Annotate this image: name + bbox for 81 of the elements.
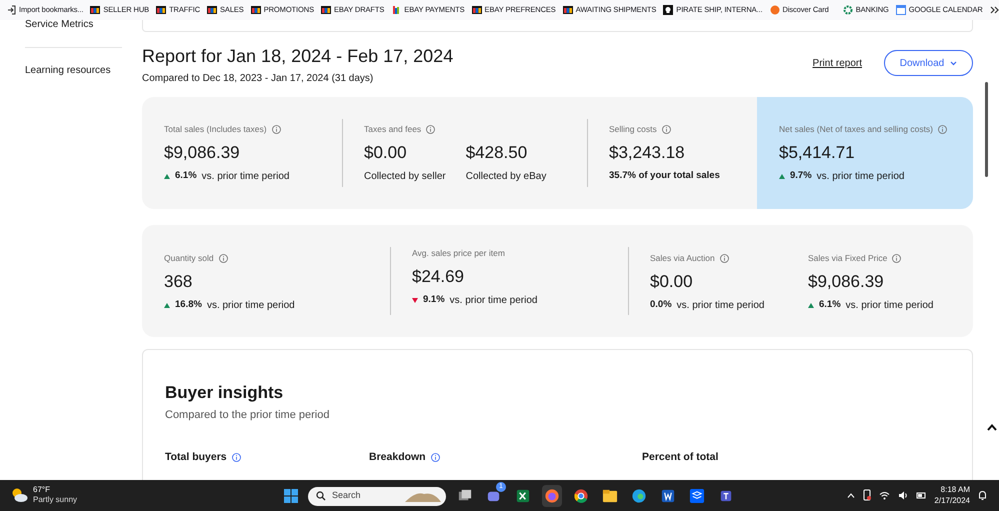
metric-value: $24.69 [412, 266, 465, 288]
weather-temperature: 67°F [33, 485, 51, 495]
taskbar-app-button[interactable] [542, 485, 562, 507]
change-text: vs. prior time period [206, 298, 295, 313]
metric-label: Taxes and fees [364, 123, 422, 136]
change-text: vs. prior time period [450, 294, 538, 308]
metric-caption: Collected by seller [364, 170, 446, 184]
change-percent: 9.1% [423, 293, 445, 308]
chevron-up-icon [987, 424, 997, 430]
folder-icon [90, 5, 100, 15]
change-percent: 6.1% [175, 169, 197, 184]
scrollbar-thumb[interactable] [984, 82, 988, 177]
metric-note: 35.7% of your total sales [609, 168, 720, 183]
change-percent: 0.0% [650, 298, 672, 312]
metric-label: Selling costs [609, 123, 657, 136]
metric-value: $5,414.71 [779, 142, 856, 164]
metric-label: Quantity sold [164, 252, 214, 265]
chevron-down-icon [950, 60, 958, 66]
metric-value: $3,243.18 [609, 142, 686, 164]
metric-label: Net sales (Net of taxes and selling costs) [779, 123, 934, 136]
calendar-icon [896, 5, 906, 15]
change-text: vs. prior time period [676, 298, 764, 313]
column-header: Total buyers [165, 450, 227, 464]
round-logo-icon [770, 5, 780, 15]
metric-label: Sales via Fixed Price [808, 252, 888, 265]
comparison-text: Compared to Dec 18, 2023 - Jan 17, 2024 (31 days) [142, 72, 374, 86]
metric-label: Total sales (Includes taxes) [164, 123, 267, 136]
folder-icon [472, 5, 482, 15]
metric-value: $428.50 [466, 142, 528, 164]
more-bookmarks-button[interactable] [990, 6, 999, 14]
folder-icon [156, 5, 166, 15]
search-input[interactable]: Search [332, 489, 398, 503]
metric-value: $9,086.39 [808, 270, 885, 293]
metric-label: Avg. sales price per item [412, 247, 505, 260]
wifi-icon[interactable] [879, 490, 890, 500]
clock-time: 8:18 AM [940, 484, 970, 495]
team-chat-icon [718, 488, 734, 504]
import-icon [6, 5, 16, 15]
windows-start-icon[interactable] [283, 488, 299, 504]
change-percent: 16.8% [175, 298, 202, 312]
search-icon [316, 491, 326, 501]
spreadsheet-icon [515, 488, 531, 504]
folder-icon [207, 5, 218, 15]
section-title: Buyer insights [165, 382, 284, 404]
folder-icon [562, 5, 573, 15]
phone-icon[interactable] [863, 489, 872, 501]
section-subtitle: Compared to the prior time period [165, 408, 330, 423]
bell-icon[interactable] [978, 490, 987, 500]
sidebar-item[interactable]: Service Metrics [25, 20, 122, 32]
sidebar-item[interactable]: Learning resources [25, 64, 122, 78]
double-chevron-icon [990, 6, 999, 14]
round-browser-icon [573, 488, 589, 504]
fox-browser-icon [544, 488, 560, 504]
metric-value: 368 [164, 270, 194, 293]
weather-condition: Partly sunny [33, 495, 78, 505]
change-text: vs. prior time period [846, 298, 934, 313]
change-percent: 9.7% [790, 169, 812, 184]
metric-value: $0.00 [364, 142, 408, 164]
download-button[interactable]: Download [884, 50, 973, 76]
battery-icon[interactable] [916, 490, 926, 500]
search-field[interactable]: Search [308, 486, 446, 506]
column-header: Percent of total [642, 450, 718, 464]
gear-icon [842, 5, 853, 15]
metric-label: Sales via Auction [650, 252, 715, 265]
column-header: Breakdown [369, 450, 426, 464]
metric-caption: Collected by eBay [466, 170, 546, 184]
change-text: vs. prior time period [202, 170, 290, 184]
document-icon [660, 488, 676, 504]
sun-cloud-icon [10, 487, 28, 503]
change-percent: 6.1% [819, 298, 841, 312]
metric-value: $9,086.39 [164, 142, 241, 164]
folder-icon [320, 5, 331, 15]
clock-date: 2/17/2024 [934, 495, 970, 506]
folder-icon [602, 488, 618, 504]
speaker-icon[interactable] [898, 490, 908, 500]
metric-value: $0.00 [650, 270, 694, 293]
print-report-link[interactable]: Print report [812, 56, 862, 70]
change-text: vs. prior time period [816, 170, 904, 184]
folder-icon [250, 5, 261, 15]
chevron-up-icon[interactable] [847, 492, 856, 498]
report-title: Report for Jan 18, 2024 - Feb 17, 2024 [142, 45, 454, 68]
